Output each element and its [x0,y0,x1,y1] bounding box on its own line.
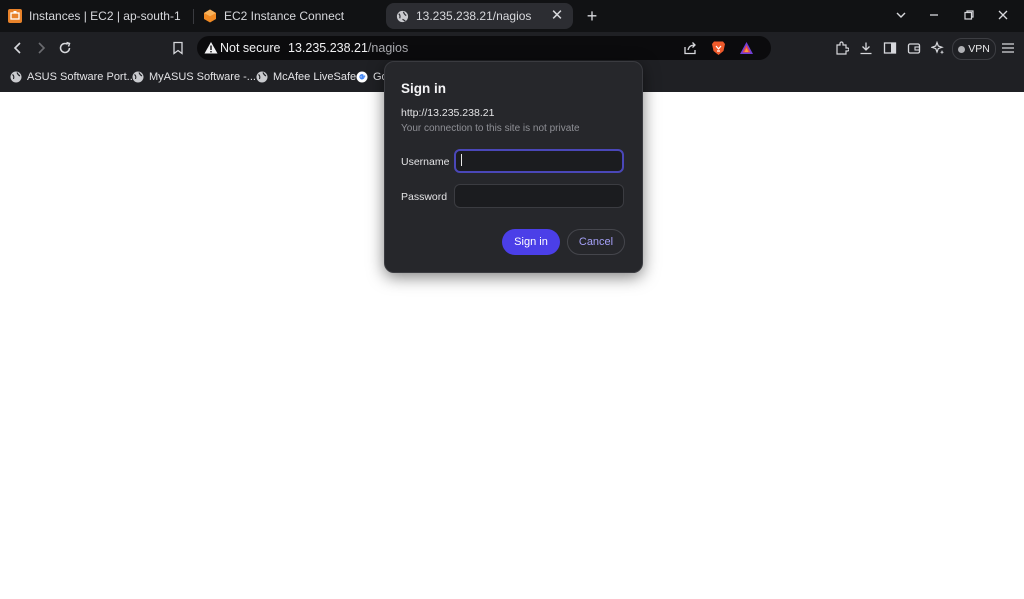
bookmark-page-button[interactable] [168,38,188,58]
bookmark-google[interactable]: Go [356,69,388,85]
tab-nagios-active[interactable]: 13.235.238.21/nagios ✕ [386,3,573,29]
aws-console-icon [8,9,22,23]
bookmark-mcafee-livesafe[interactable]: McAfee LiveSafe [256,69,356,85]
globe-icon [395,9,409,23]
wallet-button[interactable] [906,40,922,56]
minimize-button[interactable] [923,6,945,26]
security-status-label[interactable]: Not secure [220,41,280,55]
globe-icon [132,71,144,83]
warning-triangle-icon[interactable] [204,41,218,55]
brave-shields-button[interactable] [710,40,726,56]
close-icon [998,10,1008,20]
brave-rewards-button[interactable] [738,40,754,56]
dialog-title: Sign in [401,81,446,96]
tab-ec2-instance-connect[interactable]: EC2 Instance Connect [203,3,378,29]
share-button[interactable] [682,40,698,56]
arrow-right-icon [38,42,46,54]
url-path: /nagios [367,41,409,55]
downloads-button[interactable] [858,40,874,56]
reload-icon [59,41,71,54]
chevron-down-icon [896,12,906,18]
sidebar-button[interactable] [882,40,898,56]
brave-lion-icon [711,41,725,55]
wallet-icon [907,43,921,54]
main-menu-button[interactable] [1000,40,1016,56]
restore-button[interactable] [958,6,980,26]
extensions-button[interactable] [834,40,850,56]
password-input[interactable] [454,184,624,208]
back-button[interactable] [8,38,28,58]
reload-button[interactable] [55,38,75,58]
username-input[interactable] [454,149,624,173]
tab-title: Instances | EC2 | ap-south-1 [29,9,181,23]
tab-ec2-instances[interactable]: Instances | EC2 | ap-south-1 [8,3,188,29]
url-text[interactable]: 13.235.238.21/nagios [288,41,408,55]
new-tab-button[interactable]: + [582,6,602,26]
sign-in-button[interactable]: Sign in [502,229,560,255]
bookmark-asus-software-portal[interactable]: ASUS Software Port... [10,69,136,85]
rewards-triangle-icon [739,42,753,54]
close-tab-icon[interactable]: ✕ [549,8,565,24]
minimize-icon [930,14,938,16]
sparkle-icon [931,41,944,55]
share-icon [684,42,696,55]
tab-separator [193,9,194,24]
vpn-label: VPN [968,43,990,55]
hamburger-menu-icon [1002,43,1014,53]
leo-ai-button[interactable] [930,40,946,56]
sidebar-icon [883,42,897,54]
password-label: Password [401,191,448,203]
google-icon [356,71,368,83]
bookmark-icon [173,41,183,55]
bookmark-myasus-software[interactable]: MyASUS Software -... [132,69,256,85]
text-caret [461,154,462,166]
restore-icon [964,10,974,20]
tab-strip: Instances | EC2 | ap-south-1 EC2 Instanc… [0,0,1024,32]
tab-search-button[interactable] [890,6,912,26]
globe-icon [256,71,268,83]
tab-title: 13.235.238.21/nagios [416,9,532,23]
forward-button[interactable] [31,38,51,58]
close-window-button[interactable] [992,6,1014,26]
download-icon [860,42,872,55]
username-label: Username [401,156,450,168]
cancel-button[interactable]: Cancel [567,229,625,255]
dialog-privacy-warning: Your connection to this site is not priv… [401,123,580,134]
dialog-origin: http://13.235.238.21 [401,107,495,119]
vpn-button[interactable]: VPN [952,38,996,60]
aws-ec2-icon [203,9,217,23]
vpn-status-dot-icon [958,45,966,53]
globe-icon [10,71,22,83]
sign-in-dialog: Sign in http://13.235.238.21 Your connec… [384,61,643,273]
arrow-left-icon [13,42,21,54]
puzzle-icon [836,41,849,55]
tab-title: EC2 Instance Connect [224,9,345,23]
url-host: 13.235.238.21 [288,41,368,55]
